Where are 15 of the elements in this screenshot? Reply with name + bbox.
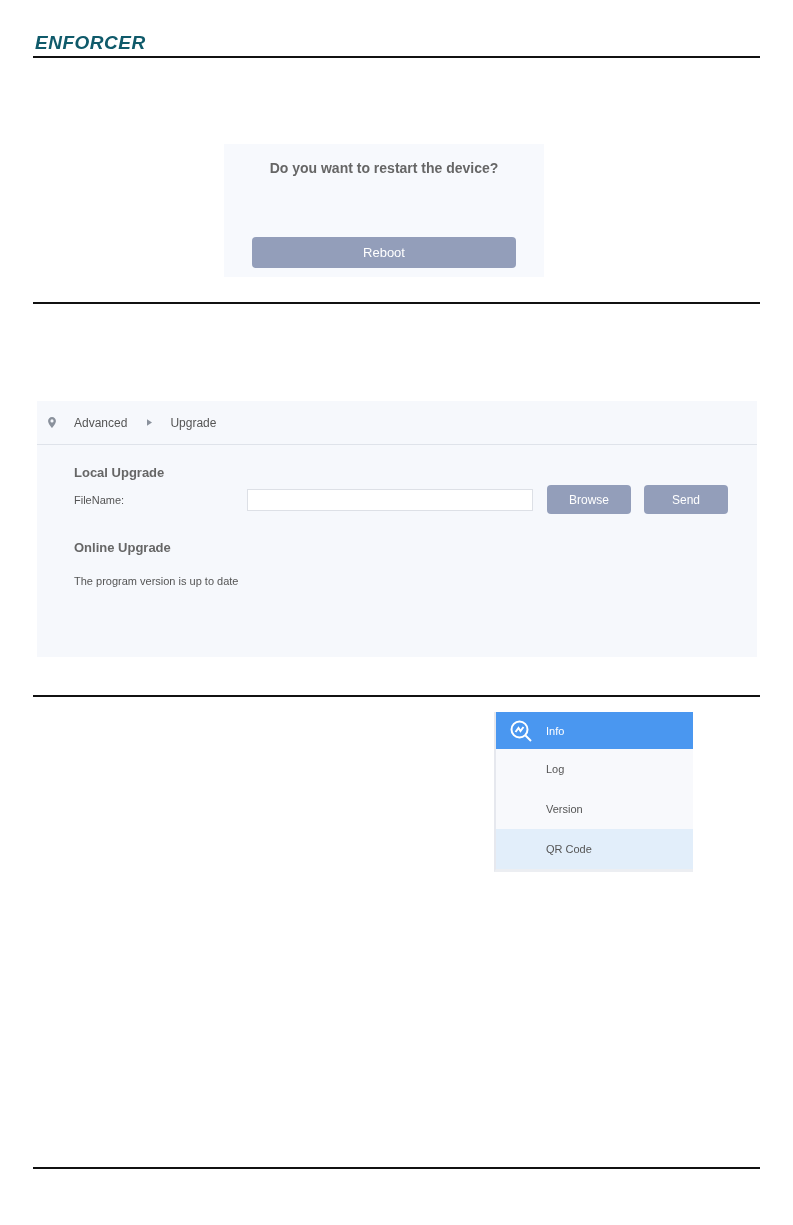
menu-item[interactable]: Version [496, 789, 693, 829]
magnifier-chart-icon [509, 718, 533, 743]
section-title: Local Upgrade [74, 465, 166, 480]
field-label: FileName: [74, 493, 126, 506]
location-pin-icon [48, 417, 56, 428]
dialog-question: Do you want to restart the device? [269, 160, 499, 176]
filename-field[interactable] [247, 488, 533, 511]
section-title: Online Upgrade [74, 540, 172, 555]
menu-item[interactable]: Log [496, 749, 693, 789]
breadcrumb-item[interactable]: Upgrade [170, 415, 217, 430]
logo: ENFORCER [35, 33, 146, 52]
status-text: The program version is up to date [74, 575, 240, 587]
breadcrumb-item[interactable]: Advanced [74, 415, 128, 430]
triangle-right-icon [147, 419, 153, 426]
menu-item[interactable]: QR Code [496, 829, 693, 869]
